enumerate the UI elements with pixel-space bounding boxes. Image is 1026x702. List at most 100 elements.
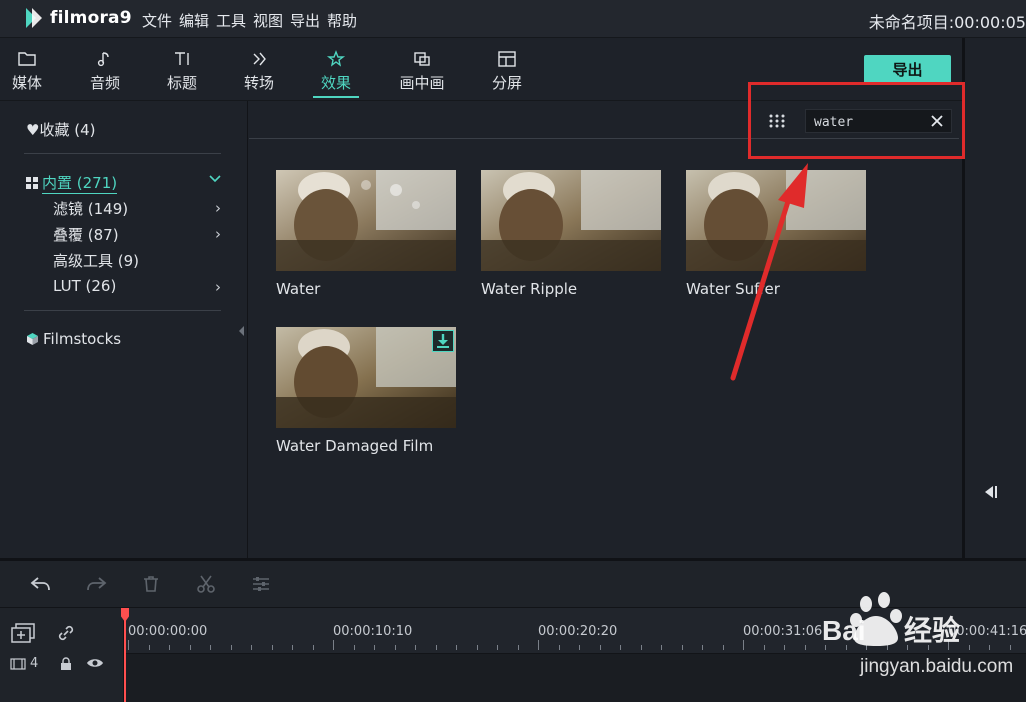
tab-titles[interactable]: 标题 xyxy=(159,50,205,93)
tab-pip-label: 画中画 xyxy=(399,74,445,92)
effects-icon xyxy=(326,50,346,67)
tab-audio[interactable]: 音频 xyxy=(82,50,128,93)
tab-effects-label: 效果 xyxy=(320,74,351,92)
ruler-tick xyxy=(333,640,334,650)
effect-thumbnail xyxy=(276,170,456,271)
music-note-icon xyxy=(97,52,109,67)
undo-icon[interactable] xyxy=(30,574,52,594)
ruler-tick xyxy=(661,645,662,650)
ruler-tick xyxy=(845,645,847,650)
menu-view[interactable]: 视图 xyxy=(253,10,290,31)
sidebar-divider xyxy=(24,153,221,154)
ruler-tick xyxy=(312,645,314,650)
ruler-tick xyxy=(374,645,375,650)
ruler-tick xyxy=(476,645,478,650)
tab-audio-label: 音频 xyxy=(89,74,120,92)
menu-edit[interactable]: 编辑 xyxy=(179,10,216,31)
eye-icon[interactable] xyxy=(86,657,104,669)
time-label: 00:00:41:16 xyxy=(948,624,1026,639)
folder-icon xyxy=(18,52,36,66)
main-menu: 文件 编辑 工具 视图 导出 帮助 xyxy=(142,10,364,31)
tab-pip[interactable]: 画中画 xyxy=(398,50,446,93)
playhead[interactable] xyxy=(124,608,126,702)
effect-label: Water xyxy=(276,280,321,298)
menu-tools[interactable]: 工具 xyxy=(216,10,253,31)
ruler-tick xyxy=(435,645,437,650)
time-label: 00:00:31:06 xyxy=(743,624,823,639)
ruler-tick xyxy=(558,645,560,650)
redo-icon[interactable] xyxy=(85,574,107,594)
time-label: 00:00:00:00 xyxy=(128,624,208,639)
effect-card-water-suffer[interactable]: Water Suffer xyxy=(686,170,868,298)
ruler-tick xyxy=(681,645,683,650)
sidebar-item-label: 叠覆 (87) xyxy=(53,226,119,244)
adjust-icon[interactable] xyxy=(251,574,271,594)
menu-file[interactable]: 文件 xyxy=(142,10,179,31)
tab-transitions[interactable]: 转场 xyxy=(236,50,282,93)
expand-panel-icon[interactable] xyxy=(981,484,1001,500)
effects-library: Water Water Ripple Wat xyxy=(249,101,959,558)
preview-panel-collapsed xyxy=(962,38,1026,558)
lock-icon[interactable] xyxy=(59,657,73,671)
track-header: 4 xyxy=(0,608,124,702)
menu-export[interactable]: 导出 xyxy=(290,10,327,31)
split-screen-icon xyxy=(498,51,516,67)
app-name: filmora9 xyxy=(50,8,132,28)
ruler-tick xyxy=(148,645,150,650)
effect-thumbnail xyxy=(686,170,866,271)
active-tab-indicator xyxy=(313,96,359,98)
link-icon[interactable] xyxy=(55,622,77,644)
tab-split-screen[interactable]: 分屏 xyxy=(484,50,530,93)
add-track-icon[interactable] xyxy=(10,622,36,644)
tab-transitions-label: 转场 xyxy=(243,74,274,92)
export-button[interactable]: 导出 xyxy=(864,55,951,85)
ruler-tick xyxy=(292,645,293,650)
filmstocks-item[interactable]: Filmstocks xyxy=(26,330,121,348)
ruler-tick xyxy=(804,645,806,650)
tab-media[interactable]: 媒体 xyxy=(4,50,50,93)
chevron-down-icon[interactable] xyxy=(209,175,221,183)
sidebar-item-label: 滤镜 (149) xyxy=(53,200,129,218)
sidebar-item-advanced-tools[interactable]: 高级工具 (9) xyxy=(53,250,221,271)
builtin-category[interactable]: 内置 (271) xyxy=(26,172,118,194)
time-label: 00:00:20:20 xyxy=(538,624,618,639)
effect-card-water-damaged-film[interactable]: Water Damaged Film xyxy=(276,327,458,455)
scissors-icon[interactable] xyxy=(196,574,216,594)
effect-thumbnail xyxy=(276,327,456,428)
grid-squares-icon xyxy=(26,177,38,189)
chevron-right-icon: › xyxy=(215,225,221,243)
sidebar-item-overlays[interactable]: 叠覆 (87) › xyxy=(53,224,221,245)
download-icon[interactable] xyxy=(432,330,454,352)
delete-icon[interactable] xyxy=(141,574,161,594)
tab-split-screen-label: 分屏 xyxy=(491,74,522,92)
ruler-tick xyxy=(189,645,191,650)
sidebar-item-label: 高级工具 (9) xyxy=(53,252,140,270)
timeline: 4 00:00:00:00 00:00:10:10 00:00:20:20 00… xyxy=(0,608,1026,702)
thumbnail-image xyxy=(481,170,661,271)
sidebar-item-label: LUT (26) xyxy=(53,277,117,295)
ruler-tick xyxy=(620,645,621,650)
favorites-item[interactable]: ♥收藏 (4) xyxy=(26,119,95,140)
chevron-right-icon: › xyxy=(215,278,221,296)
ruler-tick xyxy=(353,645,355,650)
pip-icon xyxy=(414,52,430,66)
effect-card-water-ripple[interactable]: Water Ripple xyxy=(481,170,663,298)
menu-help[interactable]: 帮助 xyxy=(327,10,364,31)
ruler-tick xyxy=(1009,645,1011,650)
filmstocks-label: Filmstocks xyxy=(43,330,122,348)
time-label: 00:00:10:10 xyxy=(333,624,413,639)
sidebar-item-lut[interactable]: LUT (26) › xyxy=(53,277,221,296)
timeline-ruler[interactable]: 00:00:00:00 00:00:10:10 00:00:20:20 00:0… xyxy=(124,608,1026,654)
tab-effects[interactable]: 效果 xyxy=(313,50,359,98)
app-logo: filmora9 xyxy=(24,6,132,30)
sidebar-item-filters[interactable]: 滤镜 (149) › xyxy=(53,198,221,219)
chevron-right-icon: › xyxy=(215,199,221,217)
collapse-sidebar-handle[interactable] xyxy=(239,326,244,336)
ruler-tick xyxy=(169,645,170,650)
watermark-text: jingyan.baidu.com xyxy=(860,656,1014,677)
tab-media-label: 媒体 xyxy=(11,74,42,92)
effect-card-water[interactable]: Water xyxy=(276,170,458,298)
ruler-tick xyxy=(579,645,580,650)
ruler-tick xyxy=(825,645,826,650)
ruler-tick xyxy=(210,645,211,650)
